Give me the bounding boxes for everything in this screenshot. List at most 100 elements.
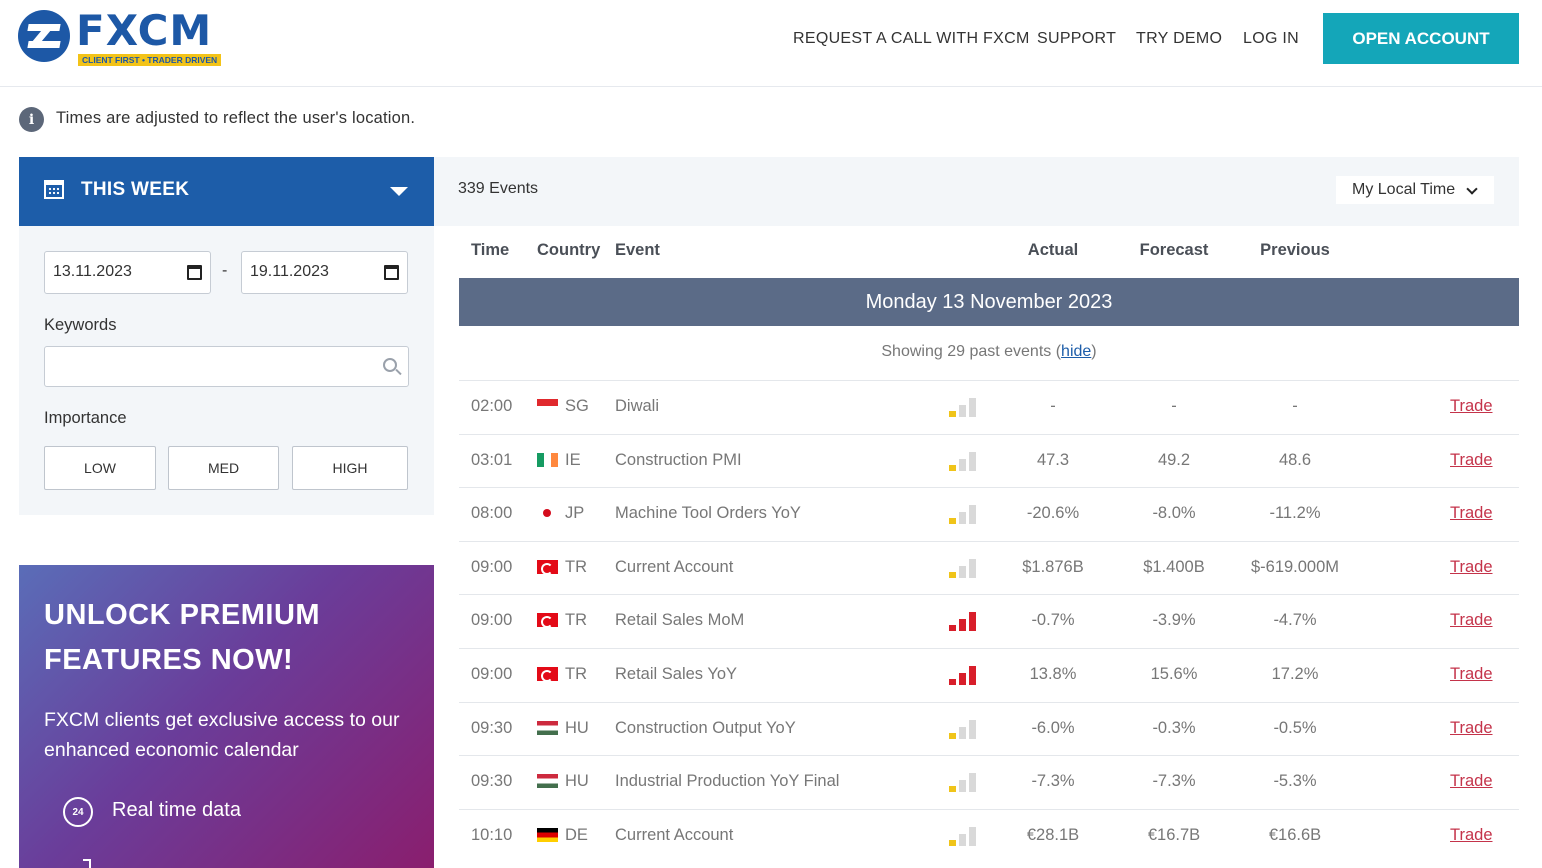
importance-bar <box>949 625 956 632</box>
country-flag-icon <box>537 827 558 842</box>
hide-past-events-link[interactable]: hide <box>1061 343 1091 360</box>
country-code: SG <box>565 397 589 415</box>
timezone-notice: Times are adjusted to reflect the user's… <box>56 109 416 127</box>
event-name: Retail Sales YoY <box>615 665 738 683</box>
trade-link[interactable]: Trade <box>1450 611 1493 630</box>
importance-med-button[interactable]: MED <box>168 446 279 490</box>
date-separator: - <box>222 262 228 279</box>
filter-panel: 13.11.2023 - 19.11.2023 Keywords Importa… <box>19 226 434 515</box>
importance-bars-icon <box>949 665 981 685</box>
date-to-input[interactable]: 19.11.2023 <box>241 251 408 294</box>
column-header-time[interactable]: Time <box>471 241 509 260</box>
past-events-suffix: ) <box>1091 343 1097 360</box>
event-name: Diwali <box>615 397 660 415</box>
keywords-input[interactable] <box>44 346 409 387</box>
table-row[interactable]: 09:00 TR Retail Sales MoM -0.7% -3.9% -4.7% Tr… <box>459 594 1519 647</box>
event-actual: -7.3% <box>1031 772 1075 791</box>
column-header-country[interactable]: Country <box>537 241 600 260</box>
event-actual: 13.8% <box>1029 665 1077 683</box>
nav-request-call[interactable]: REQUEST A CALL WITH FXCM <box>793 30 1030 48</box>
event-previous: €16.6B <box>1268 825 1322 844</box>
trade-link[interactable]: Trade <box>1450 719 1493 738</box>
promo-feature: Real time data <box>112 799 241 821</box>
event-actual: 47.3 <box>1036 450 1070 469</box>
period-dropdown[interactable]: THIS WEEK <box>19 157 434 226</box>
trade-link[interactable]: Trade <box>1450 504 1493 523</box>
importance-bars-icon <box>949 451 981 471</box>
table-row[interactable]: 09:30 HU Industrial Production YoY Final -7… <box>459 755 1519 808</box>
date-to-value: 19.11.2023 <box>250 263 329 280</box>
table-row[interactable]: 09:00 TR Current Account $1.876B $1.400B $-61… <box>459 540 1519 594</box>
chevron-down-icon <box>1466 183 1478 195</box>
trade-link[interactable]: Trade <box>1450 665 1493 684</box>
timezone-select[interactable]: My Local Time <box>1336 176 1494 204</box>
column-header-previous[interactable]: Previous <box>1235 241 1355 260</box>
table-row[interactable]: 08:00 JP Machine Tool Orders YoY -20.6% -8.0… <box>459 487 1519 540</box>
event-name: Industrial Production YoY Final <box>615 772 840 791</box>
event-previous: -0.5% <box>1273 718 1317 737</box>
importance-bar <box>949 411 956 417</box>
column-header-forecast[interactable]: Forecast <box>1114 241 1234 260</box>
event-previous: -4.7% <box>1273 611 1317 630</box>
importance-bar <box>969 451 976 471</box>
importance-bars-icon <box>949 611 981 632</box>
importance-bars-icon <box>949 772 981 793</box>
site-header: FXCM CLIENT FIRST • TRADER DRIVEN REQUES… <box>0 0 1542 87</box>
search-icon[interactable] <box>383 358 397 372</box>
country-code: HU <box>565 718 589 737</box>
importance-bar <box>969 773 976 793</box>
nav-support[interactable]: SUPPORT <box>1037 30 1116 48</box>
date-from-input[interactable]: 13.11.2023 <box>44 251 211 294</box>
country-code: JP <box>565 504 585 523</box>
nav-try-demo[interactable]: TRY DEMO <box>1136 30 1222 48</box>
importance-bar <box>959 405 966 417</box>
importance-bar <box>969 826 976 846</box>
event-name: Machine Tool Orders YoY <box>615 504 801 523</box>
column-header-event[interactable]: Event <box>615 241 660 260</box>
real-time-clock-icon: 24 <box>63 797 93 827</box>
past-events-text: Showing 29 past events ( <box>881 343 1062 360</box>
chevron-down-icon <box>390 187 408 196</box>
importance-low-button[interactable]: LOW <box>44 446 156 490</box>
country-code: TR <box>565 665 587 683</box>
event-name: Retail Sales MoM <box>615 611 745 630</box>
trade-link[interactable]: Trade <box>1450 451 1493 470</box>
importance-bar <box>969 612 976 632</box>
fxcm-logo-icon <box>18 10 70 62</box>
fxcm-logo[interactable]: FXCM CLIENT FIRST • TRADER DRIVEN <box>18 6 228 68</box>
country-flag-icon <box>537 613 558 629</box>
event-previous: -5.3% <box>1273 772 1317 791</box>
table-row[interactable]: 09:30 HU Construction Output YoY -6.0% -0.3%… <box>459 701 1519 755</box>
table-row[interactable]: 10:10 DE Current Account €28.1B €16.7B €16.6B… <box>459 808 1519 862</box>
importance-bar <box>959 673 966 685</box>
event-forecast: - <box>1171 397 1177 415</box>
country-code: TR <box>565 611 587 630</box>
importance-high-button[interactable]: HIGH <box>292 446 408 490</box>
event-time: 10:10 <box>471 825 513 844</box>
event-forecast: -7.3% <box>1152 772 1196 791</box>
column-header-actual[interactable]: Actual <box>993 241 1113 260</box>
event-forecast: -0.3% <box>1152 718 1196 737</box>
trade-link[interactable]: Trade <box>1450 397 1493 416</box>
table-row[interactable]: 03:01 IE Construction PMI 47.3 49.2 48.6 Trade <box>459 433 1519 487</box>
calendar-picker-icon[interactable] <box>187 265 202 280</box>
event-actual: - <box>1050 397 1056 415</box>
event-time: 02:00 <box>471 397 513 415</box>
importance-bars-icon <box>949 397 981 417</box>
open-account-button[interactable]: OPEN ACCOUNT <box>1323 13 1519 64</box>
event-actual: €28.1B <box>1026 825 1080 844</box>
event-time: 09:00 <box>471 665 513 683</box>
nav-log-in[interactable]: LOG IN <box>1243 30 1299 48</box>
country-flag-icon <box>537 667 558 682</box>
table-row[interactable]: 09:00 TR Retail Sales YoY 13.8% 15.6% 17.2% Tr… <box>459 648 1519 701</box>
promo-title-line2: FEATURES NOW! <box>44 644 294 676</box>
event-previous: - <box>1292 397 1298 415</box>
importance-bar <box>959 726 966 739</box>
trade-link[interactable]: Trade <box>1450 826 1493 845</box>
trade-link[interactable]: Trade <box>1450 772 1493 791</box>
calendar-picker-icon[interactable] <box>384 265 399 280</box>
event-time: 09:00 <box>471 557 513 576</box>
table-row[interactable]: 02:00 SG Diwali - - - Trade <box>459 380 1519 433</box>
country-code: HU <box>565 772 589 791</box>
trade-link[interactable]: Trade <box>1450 558 1493 577</box>
